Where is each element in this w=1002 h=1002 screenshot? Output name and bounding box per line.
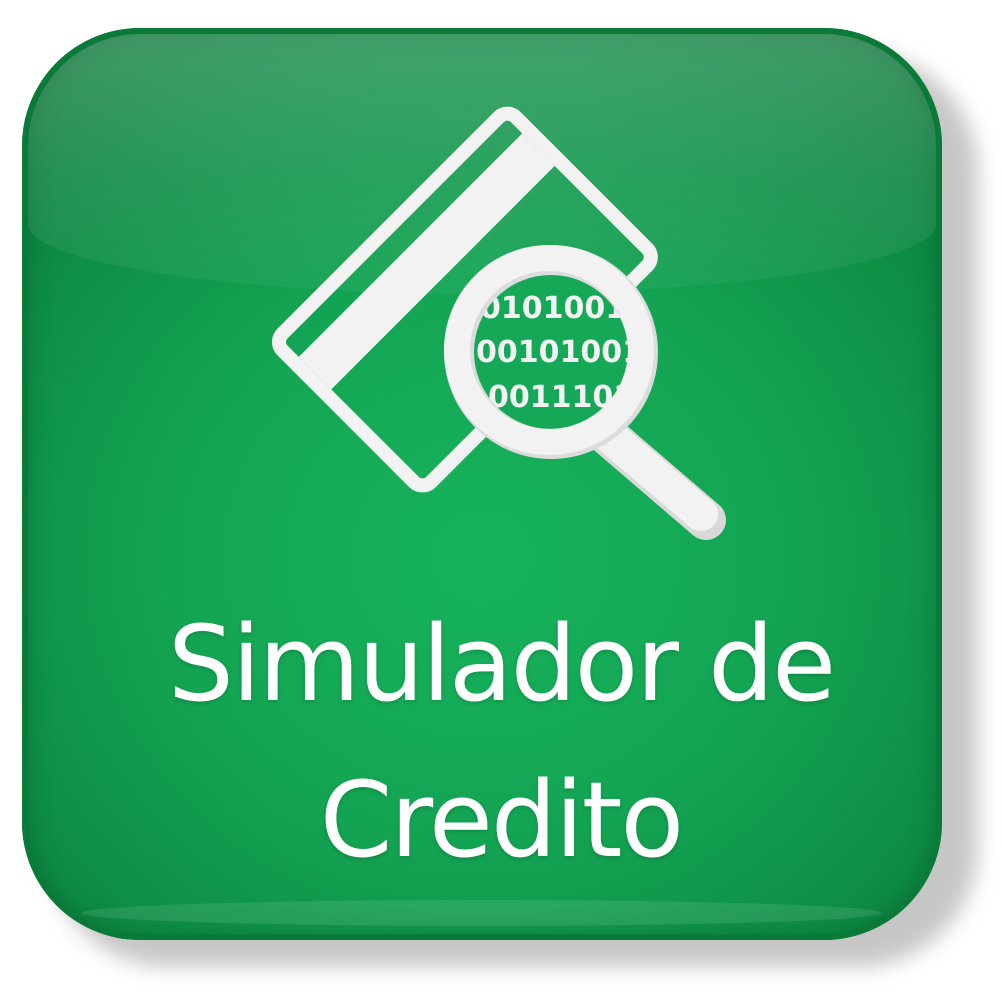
button-label-line1: Simulador de	[167, 603, 836, 725]
app-tile-wrapper: 01010011 001010010 0011101 Simulador de …	[0, 0, 1002, 1002]
button-label-line2: Credito	[319, 759, 684, 881]
credit-card-magnifier-icon: 01010011 001010010 0011101	[271, 106, 726, 540]
tile-bottom-shine	[82, 900, 882, 926]
